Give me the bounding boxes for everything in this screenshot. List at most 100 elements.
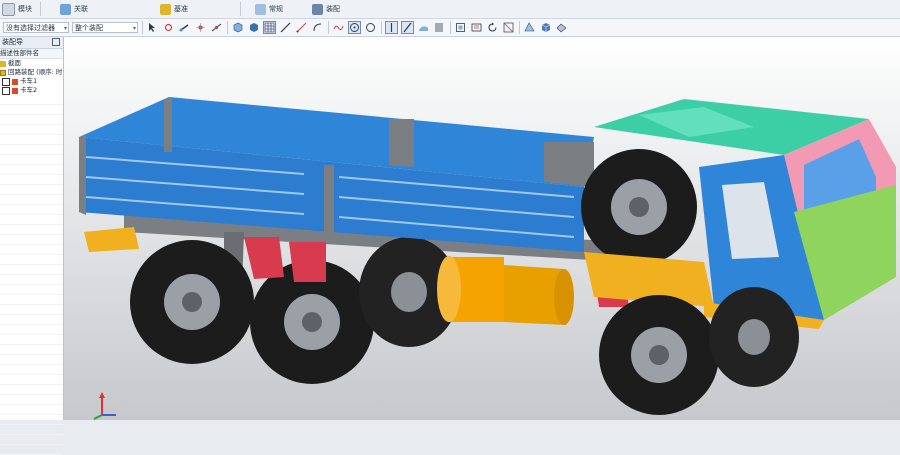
z-arrow-icon [99,392,105,398]
cube-view-button[interactable] [231,21,244,34]
toolbar-divider [450,21,451,34]
toolbar-divider [381,21,382,34]
assembly-icon [0,69,6,76]
navigator-column-header[interactable]: 描述性部件名 [0,49,63,59]
grid-icon [264,22,275,33]
axle-bracket[interactable] [289,242,326,282]
section-icon [503,22,514,33]
solid-view-button[interactable] [247,21,260,34]
tree-item-sections[interactable]: 截面 [0,59,63,68]
surface-icon [419,26,428,31]
link-icon [179,24,189,32]
vertical-line-button[interactable] [385,21,398,34]
display-icon [556,23,567,33]
datum-icon [160,3,171,15]
assembly-icon [312,3,323,15]
line-button[interactable] [279,21,292,34]
maximize-icon[interactable] [52,38,60,46]
checkbox-icon[interactable] [2,77,10,86]
orient-icon [524,22,535,32]
fuel-tank[interactable] [437,256,574,325]
tree-item-label: 卡车2 [20,86,38,94]
chevron-down-icon: ▾ [132,25,136,32]
cube-icon [233,22,243,33]
select-arrow-button[interactable] [146,21,159,34]
toolbar-divider [519,21,520,34]
dropdown-icon [2,2,15,16]
point-button[interactable] [194,21,207,34]
selection-filter-dropdown[interactable]: 没有选择过滤器 ▾ [3,22,69,33]
graphics-viewport[interactable] [64,37,900,420]
ribbon-group-label: 装配 [326,5,340,13]
display-options-button[interactable] [555,21,568,34]
command-bar: 没有选择过滤器 ▾ 整个装配 ▾ [0,19,900,37]
snap-button[interactable] [162,21,175,34]
snap-grid-button[interactable] [263,21,276,34]
circle-center-button[interactable] [348,21,361,34]
diagonal-icon [296,22,307,33]
coordinate-triad [93,392,116,420]
ribbon-divider [40,2,41,16]
midpoint-button[interactable] [210,21,223,34]
arc-button[interactable] [311,21,324,34]
tree-item-assembly[interactable]: 回路装配 (顺序: 时 [0,68,63,77]
front-tire-1[interactable] [599,295,719,415]
zoom-icon [471,23,482,32]
curve-button[interactable] [332,21,345,34]
folder-icon [0,60,6,67]
truck-model[interactable] [64,37,900,420]
arrow-icon [149,23,155,32]
render-style-button[interactable] [539,21,552,34]
pattern-icon [435,23,443,32]
ribbon-group-assembly[interactable]: 装配 [312,2,340,16]
tree-item-truck-2[interactable]: 卡车2 [0,86,63,95]
tree-item-truck-1[interactable]: 卡车1 [0,77,63,86]
surface-button[interactable] [417,21,430,34]
toolbar-divider [227,21,228,34]
assembly-scope-dropdown[interactable]: 整个装配 ▾ [72,22,138,33]
slash-button[interactable] [401,21,414,34]
rotate-button[interactable] [486,21,499,34]
fit-icon [456,23,465,32]
ribbon-group-label: 关联 [74,5,88,13]
render-icon [541,23,551,32]
pattern-button[interactable] [433,21,446,34]
navigator-empty-area [0,95,63,455]
link-button[interactable] [178,21,191,34]
spare-tire[interactable] [581,149,697,265]
y-axis-icon [93,414,103,420]
ribbon-group-general[interactable]: 常规 [255,2,283,16]
navigator-title: 装配导 [2,38,23,46]
curve-icon [333,25,344,31]
tree-item-label: 截面 [8,59,21,67]
checkbox-icon[interactable] [2,86,10,95]
snap-icon [164,23,173,32]
midpoint-icon [211,23,222,32]
toolbar-divider [142,21,143,34]
relation-icon [60,3,71,15]
ribbon-group-relations[interactable]: 关联 [60,2,88,16]
fit-view-button[interactable] [454,21,467,34]
rotate-icon [488,22,497,32]
front-tire-2[interactable] [709,287,799,387]
navigator-header: 装配导 [0,37,63,49]
zoom-button[interactable] [470,21,483,34]
diagonal-button[interactable] [295,21,308,34]
arc-icon [313,23,322,32]
part-icon [12,87,18,94]
chevron-down-icon: ▾ [63,25,67,32]
ribbon-divider [240,2,241,16]
view-orient-button[interactable] [523,21,536,34]
general-icon [255,3,266,15]
toolbar-divider [328,21,329,34]
section-button[interactable] [502,21,515,34]
ribbon-group-label: 常规 [269,5,283,13]
rear-tire-1[interactable] [130,240,254,364]
ribbon-group-datum[interactable]: 基准 [160,2,188,16]
axle-bracket[interactable] [244,237,284,279]
vertical-line-icon [390,23,393,32]
selection-filter-value: 没有选择过滤器 [6,24,55,32]
circle-button[interactable] [364,21,377,34]
ribbon-group-module[interactable]: 模块 [2,2,32,16]
assembly-navigator: 装配导 描述性部件名 截面 回路装配 (顺序: 时 卡车1 卡车2 [0,37,64,455]
